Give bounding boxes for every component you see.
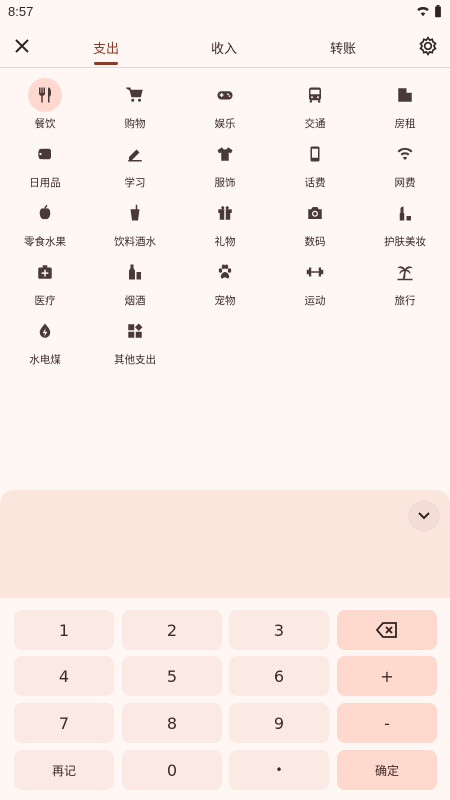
category-pets[interactable]: 宠物 <box>180 255 270 314</box>
category-entertainment[interactable]: 娱乐 <box>180 78 270 137</box>
tab-underline <box>94 62 118 65</box>
tshirt-icon <box>217 147 233 161</box>
category-travel[interactable]: 旅行 <box>360 255 450 314</box>
status-time: 8:57 <box>8 3 34 19</box>
category-phone-bill[interactable]: 话费 <box>270 137 360 196</box>
pen-icon <box>128 149 142 162</box>
key-decimal[interactable]: • <box>229 750 329 790</box>
key-3[interactable]: 3 <box>229 610 329 650</box>
key-6[interactable]: 6 <box>229 656 329 696</box>
category-utilities[interactable]: 水电煤 <box>0 314 90 373</box>
category-sports[interactable]: 运动 <box>270 255 360 314</box>
key-5[interactable]: 5 <box>122 656 222 696</box>
bottle-icon <box>129 264 141 280</box>
keypad: 1 2 3 4 5 6 + 7 8 9 - 再记 0 • 确定 <box>0 598 450 800</box>
category-daily-goods[interactable]: 日用品 <box>0 137 90 196</box>
category-study[interactable]: 学习 <box>90 137 180 196</box>
gamepad-icon <box>217 91 233 100</box>
tab-transfer[interactable]: 转账 <box>313 38 373 57</box>
tab-expense[interactable]: 支出 <box>76 38 136 57</box>
category-transport[interactable]: 交通 <box>270 78 360 137</box>
minus-button[interactable]: - <box>337 703 437 743</box>
key-9[interactable]: 9 <box>229 703 329 743</box>
paw-icon <box>218 264 232 279</box>
category-digital[interactable]: 数码 <box>270 196 360 255</box>
category-other-expense[interactable]: 其他支出 <box>90 314 180 373</box>
energy-icon <box>39 323 51 338</box>
category-gifts[interactable]: 礼物 <box>180 196 270 255</box>
record-again-button[interactable]: 再记 <box>14 750 114 790</box>
category-medical[interactable]: 医疗 <box>0 255 90 314</box>
category-dining[interactable]: 餐饮 <box>0 78 90 137</box>
category-shopping[interactable]: 购物 <box>90 78 180 137</box>
palm-tree-icon <box>397 266 413 281</box>
key-8[interactable]: 8 <box>122 703 222 743</box>
toilet-paper-icon <box>38 148 51 160</box>
wifi-icon <box>417 7 429 17</box>
fork-knife-icon <box>39 87 51 103</box>
confirm-button[interactable]: 确定 <box>337 750 437 790</box>
category-internet-bill[interactable]: 网费 <box>360 137 450 196</box>
status-bar: 8:57 <box>0 0 450 22</box>
settings-button[interactable] <box>418 36 438 56</box>
medkit-icon <box>38 265 52 279</box>
amount-panel <box>0 490 450 598</box>
close-icon <box>15 39 29 53</box>
backspace-icon <box>376 622 397 638</box>
category-snacks-fruit[interactable]: 零食水果 <box>0 196 90 255</box>
category-grid: 餐饮 购物 娱乐 交通 房租 日用品 学习 服饰 话费 网费 零食水果 饮料酒水… <box>0 78 450 373</box>
category-clothing[interactable]: 服饰 <box>180 137 270 196</box>
wifi-icon <box>397 147 413 160</box>
key-0[interactable]: 0 <box>122 750 222 790</box>
category-skincare-makeup[interactable]: 护肤美妆 <box>360 196 450 255</box>
key-4[interactable]: 4 <box>14 656 114 696</box>
key-2[interactable]: 2 <box>122 610 222 650</box>
collapse-button[interactable] <box>408 500 440 532</box>
cup-icon <box>130 204 140 221</box>
tab-income[interactable]: 收入 <box>194 38 254 57</box>
apple-icon <box>39 204 51 220</box>
chevron-down-icon <box>418 512 430 520</box>
close-button[interactable] <box>12 36 32 56</box>
gear-icon <box>419 36 437 56</box>
bus-icon <box>309 87 321 103</box>
category-rent[interactable]: 房租 <box>360 78 450 137</box>
category-drinks[interactable]: 饮料酒水 <box>90 196 180 255</box>
header: 支出 收入 转账 <box>0 22 450 68</box>
key-7[interactable]: 7 <box>14 703 114 743</box>
gift-icon <box>218 206 232 220</box>
category-tobacco-alcohol[interactable]: 烟酒 <box>90 255 180 314</box>
phone-icon <box>310 146 320 162</box>
key-1[interactable]: 1 <box>14 610 114 650</box>
lipstick-icon <box>399 206 411 221</box>
plus-button[interactable]: + <box>337 656 437 696</box>
battery-icon <box>435 4 441 17</box>
building-icon <box>398 88 412 102</box>
backspace-button[interactable] <box>337 610 437 650</box>
shopping-cart-icon <box>126 87 143 102</box>
camera-icon <box>308 207 322 219</box>
dumbbell-icon <box>306 267 324 277</box>
widgets-icon <box>128 323 143 338</box>
